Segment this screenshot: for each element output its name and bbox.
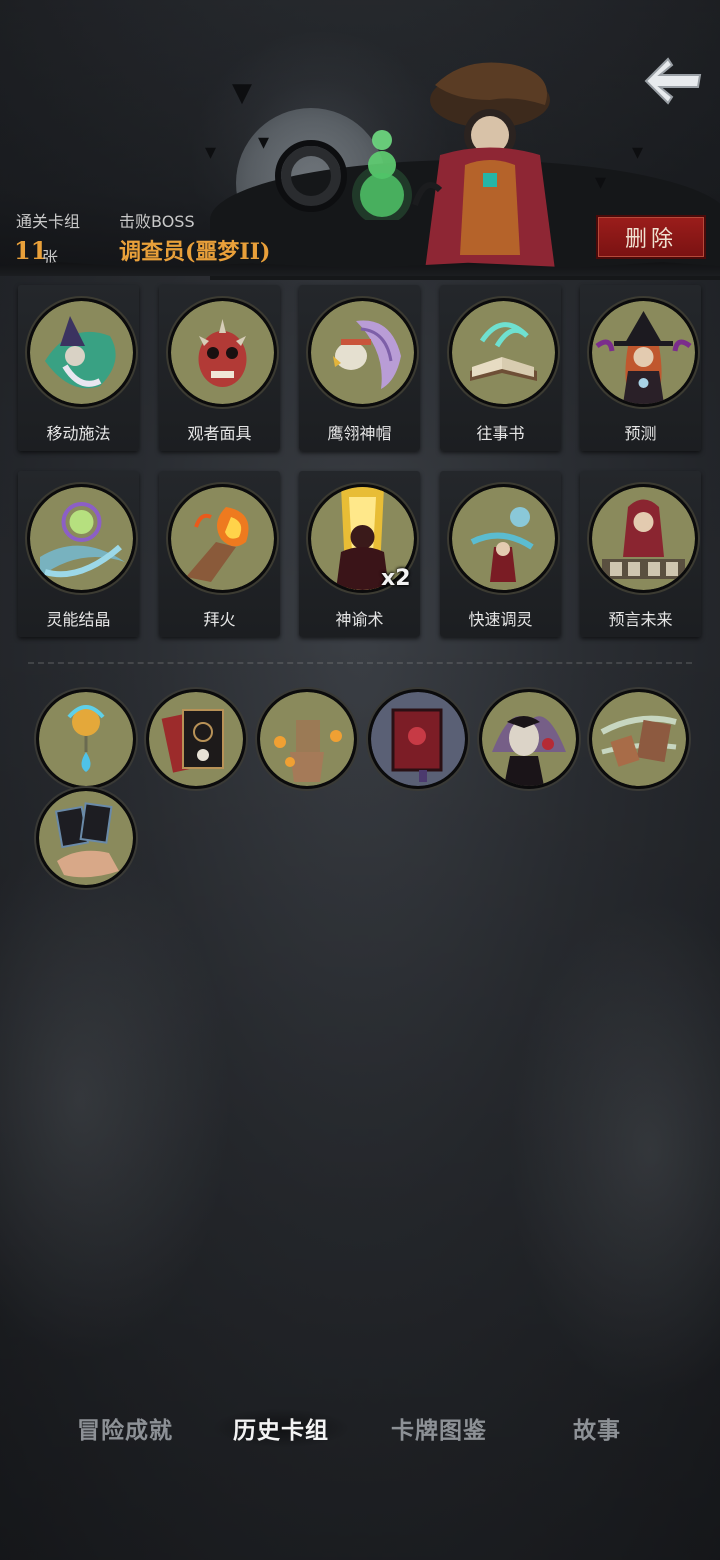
back-button[interactable]: [640, 52, 706, 110]
crystal-icon: [30, 487, 133, 590]
card-item[interactable]: 预测: [580, 285, 701, 451]
card-name: 灵能结晶: [46, 610, 111, 629]
card-item[interactable]: 移动施法: [18, 285, 139, 451]
card-item[interactable]: 观者面具: [159, 285, 280, 451]
red-tome-icon: [371, 692, 465, 786]
relic-item[interactable]: [146, 689, 246, 789]
card-item[interactable]: 往事书: [440, 285, 561, 451]
card-count-badge: x2: [381, 566, 411, 591]
defeated-boss-label: 击败BOSS: [119, 212, 195, 231]
flower-lamp-icon: [39, 692, 133, 786]
flying-card-icon: [592, 692, 686, 786]
card-name: 往事书: [476, 424, 525, 443]
card-art: [308, 298, 417, 407]
card-art: [27, 298, 136, 407]
bat-icon: ▾: [632, 140, 644, 165]
relic-item[interactable]: [257, 689, 357, 789]
tab-history-deck[interactable]: 历史卡组: [211, 1408, 351, 1448]
green-potion-icon: [352, 130, 412, 220]
card-item[interactable]: 拜火: [159, 471, 280, 637]
hand-cards-icon: [39, 791, 133, 885]
card-name: 预测: [624, 424, 657, 443]
relic-item[interactable]: [589, 689, 689, 789]
mask-icon: [171, 301, 274, 404]
card-name: 预言未来: [608, 610, 673, 629]
card-item[interactable]: 快速调灵: [440, 471, 561, 637]
tab-adventure-achievements[interactable]: 冒险成就: [55, 1408, 195, 1448]
delete-button[interactable]: 删除: [596, 215, 706, 259]
card-item[interactable]: 灵能结晶: [18, 471, 139, 637]
witch-icon: [592, 301, 695, 404]
tab-card-collection[interactable]: 卡牌图鉴: [369, 1408, 509, 1448]
bat-icon: ▾: [595, 170, 607, 195]
relic-item[interactable]: [368, 689, 468, 789]
relic-item[interactable]: [36, 689, 136, 789]
skull-card-icon: [149, 692, 243, 786]
card-item[interactable]: x2 神谕术: [299, 471, 420, 637]
card-art: [168, 484, 277, 593]
card-art: [449, 484, 558, 593]
book-icon: [452, 301, 555, 404]
back-arrow-icon: [644, 57, 702, 105]
candle-hands-icon: [260, 692, 354, 786]
card-name: 观者面具: [187, 424, 252, 443]
card-art: [589, 484, 698, 593]
feather-headdress-icon: [311, 301, 414, 404]
card-art: [168, 298, 277, 407]
vampire-icon: [482, 692, 576, 786]
bat-icon: ▼: [232, 78, 252, 108]
relic-item[interactable]: [479, 689, 579, 789]
investigator-character-portrait: [412, 62, 555, 270]
tab-story[interactable]: 故事: [527, 1408, 667, 1448]
wizard-icon: [30, 301, 133, 404]
spirit-icon: [452, 487, 555, 590]
relic-item[interactable]: [36, 788, 136, 888]
card-name: 快速调灵: [468, 610, 533, 629]
section-divider: [28, 662, 692, 664]
card-name: 移动施法: [46, 424, 111, 443]
bat-icon: ▾: [258, 130, 270, 155]
bat-icon: ▾: [205, 140, 217, 165]
fire-icon: [171, 487, 274, 590]
card-name: 鹰翎神帽: [327, 424, 392, 443]
card-item[interactable]: 预言未来: [580, 471, 701, 637]
cleared-deck-label: 通关卡组: [16, 212, 81, 231]
card-name: 拜火: [203, 610, 236, 629]
card-art: [27, 484, 136, 593]
spiral-decoration: [275, 140, 347, 212]
card-item[interactable]: 鹰翎神帽: [299, 285, 420, 451]
card-art: [449, 298, 558, 407]
fortune-teller-icon: [592, 487, 695, 590]
boss-name: 调查员(噩梦II): [119, 239, 271, 265]
card-name: 神谕术: [335, 610, 384, 629]
card-art: [589, 298, 698, 407]
